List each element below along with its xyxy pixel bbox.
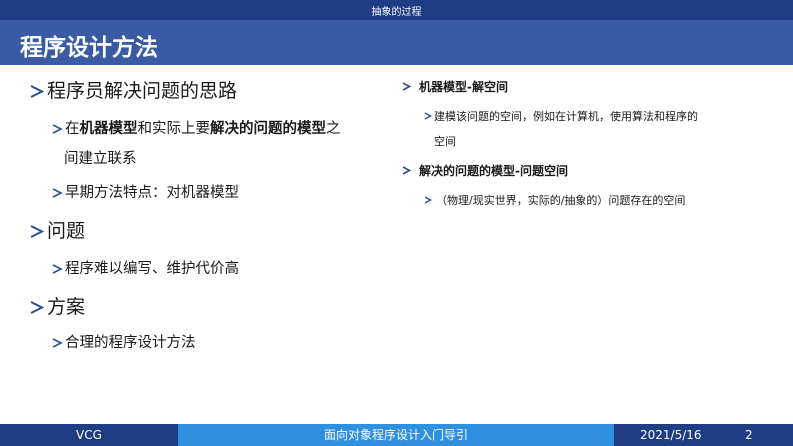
sub-text-1: 在 (65, 121, 80, 137)
footer-bar: VCG 面向对象程序设计入门导引 2021/5/16 2 (0, 424, 793, 446)
title-bar: 程序设计方法 (0, 20, 793, 65)
bullet-text: 机器模型-解空间 (419, 80, 508, 94)
sub-bold-1: 机器模型 (79, 121, 138, 137)
footer-course-title: 面向对象程序设计入门导引 (178, 424, 614, 446)
arrow-bullet-icon (52, 338, 63, 348)
footer-date: 2021/5/16 (640, 428, 702, 442)
bullet-text: 程序难以编写、维护代价高 (65, 261, 239, 277)
footer-meta: 2021/5/16 2 (614, 424, 793, 446)
footer-author: VCG (0, 424, 178, 446)
bullet-text: （物理/现实世界，实际的/抽象的）问题存在的空间 (436, 194, 686, 207)
bullet-text: 方案 (47, 296, 86, 318)
arrow-bullet-icon (52, 188, 63, 198)
sub-text-4: 间建立联系 (64, 151, 137, 167)
arrow-bullet-icon (30, 225, 44, 238)
bullet-problem: 问题 (30, 220, 85, 242)
bullet-solution: 方案 (30, 296, 85, 318)
sub-bullet-hard: 程序难以编写、维护代价高 (52, 260, 239, 278)
bullet-text: 程序员解决问题的思路 (47, 80, 238, 102)
arrow-bullet-icon (424, 112, 432, 120)
sub-text-2: 和实际上要 (137, 121, 211, 137)
sub-line-2: 空间 (434, 135, 456, 148)
right-sub-bullet-problem-space: （物理/现实世界，实际的/抽象的）问题存在的空间 (424, 193, 685, 208)
arrow-bullet-icon (52, 264, 63, 274)
sub-text-3: 之 (326, 121, 341, 137)
right-sub-bullet-solution-space: 建模该问题的空间，例如在计算机，使用算法和程序的 空间 (424, 109, 698, 149)
sub-bold-2: 解决的问题的模型 (210, 121, 326, 137)
page-number: 2 (745, 428, 753, 442)
arrow-bullet-icon (402, 82, 411, 91)
top-header-bar: 抽象的过程 (0, 0, 793, 20)
right-bullet-machine-model: 机器模型-解空间 (402, 79, 508, 95)
section-title: 抽象的过程 (371, 7, 422, 18)
arrow-bullet-icon (402, 166, 411, 175)
bullet-thinking: 程序员解决问题的思路 (30, 80, 237, 102)
sub-bullet-method: 合理的程序设计方法 (52, 334, 196, 352)
bullet-text: 解决的问题的模型-问题空间 (419, 164, 568, 178)
arrow-bullet-icon (30, 85, 44, 98)
sub-bullet-early: 早期方法特点：对机器模型 (52, 184, 239, 202)
arrow-bullet-icon (30, 301, 44, 314)
bullet-text: 早期方法特点：对机器模型 (65, 185, 239, 201)
sub-bullet-model-link: 在机器模型 和实际上要 解决的问题的模型之 间建立联系 (52, 120, 341, 168)
right-bullet-problem-model: 解决的问题的模型-问题空间 (402, 163, 568, 179)
slide-title: 程序设计方法 (20, 35, 158, 61)
bullet-text: 合理的程序设计方法 (65, 335, 196, 351)
arrow-bullet-icon (424, 196, 432, 204)
arrow-bullet-icon (52, 124, 63, 134)
bullet-text: 问题 (47, 220, 86, 242)
sub-line-1: 建模该问题的空间，例如在计算机，使用算法和程序的 (434, 110, 698, 123)
